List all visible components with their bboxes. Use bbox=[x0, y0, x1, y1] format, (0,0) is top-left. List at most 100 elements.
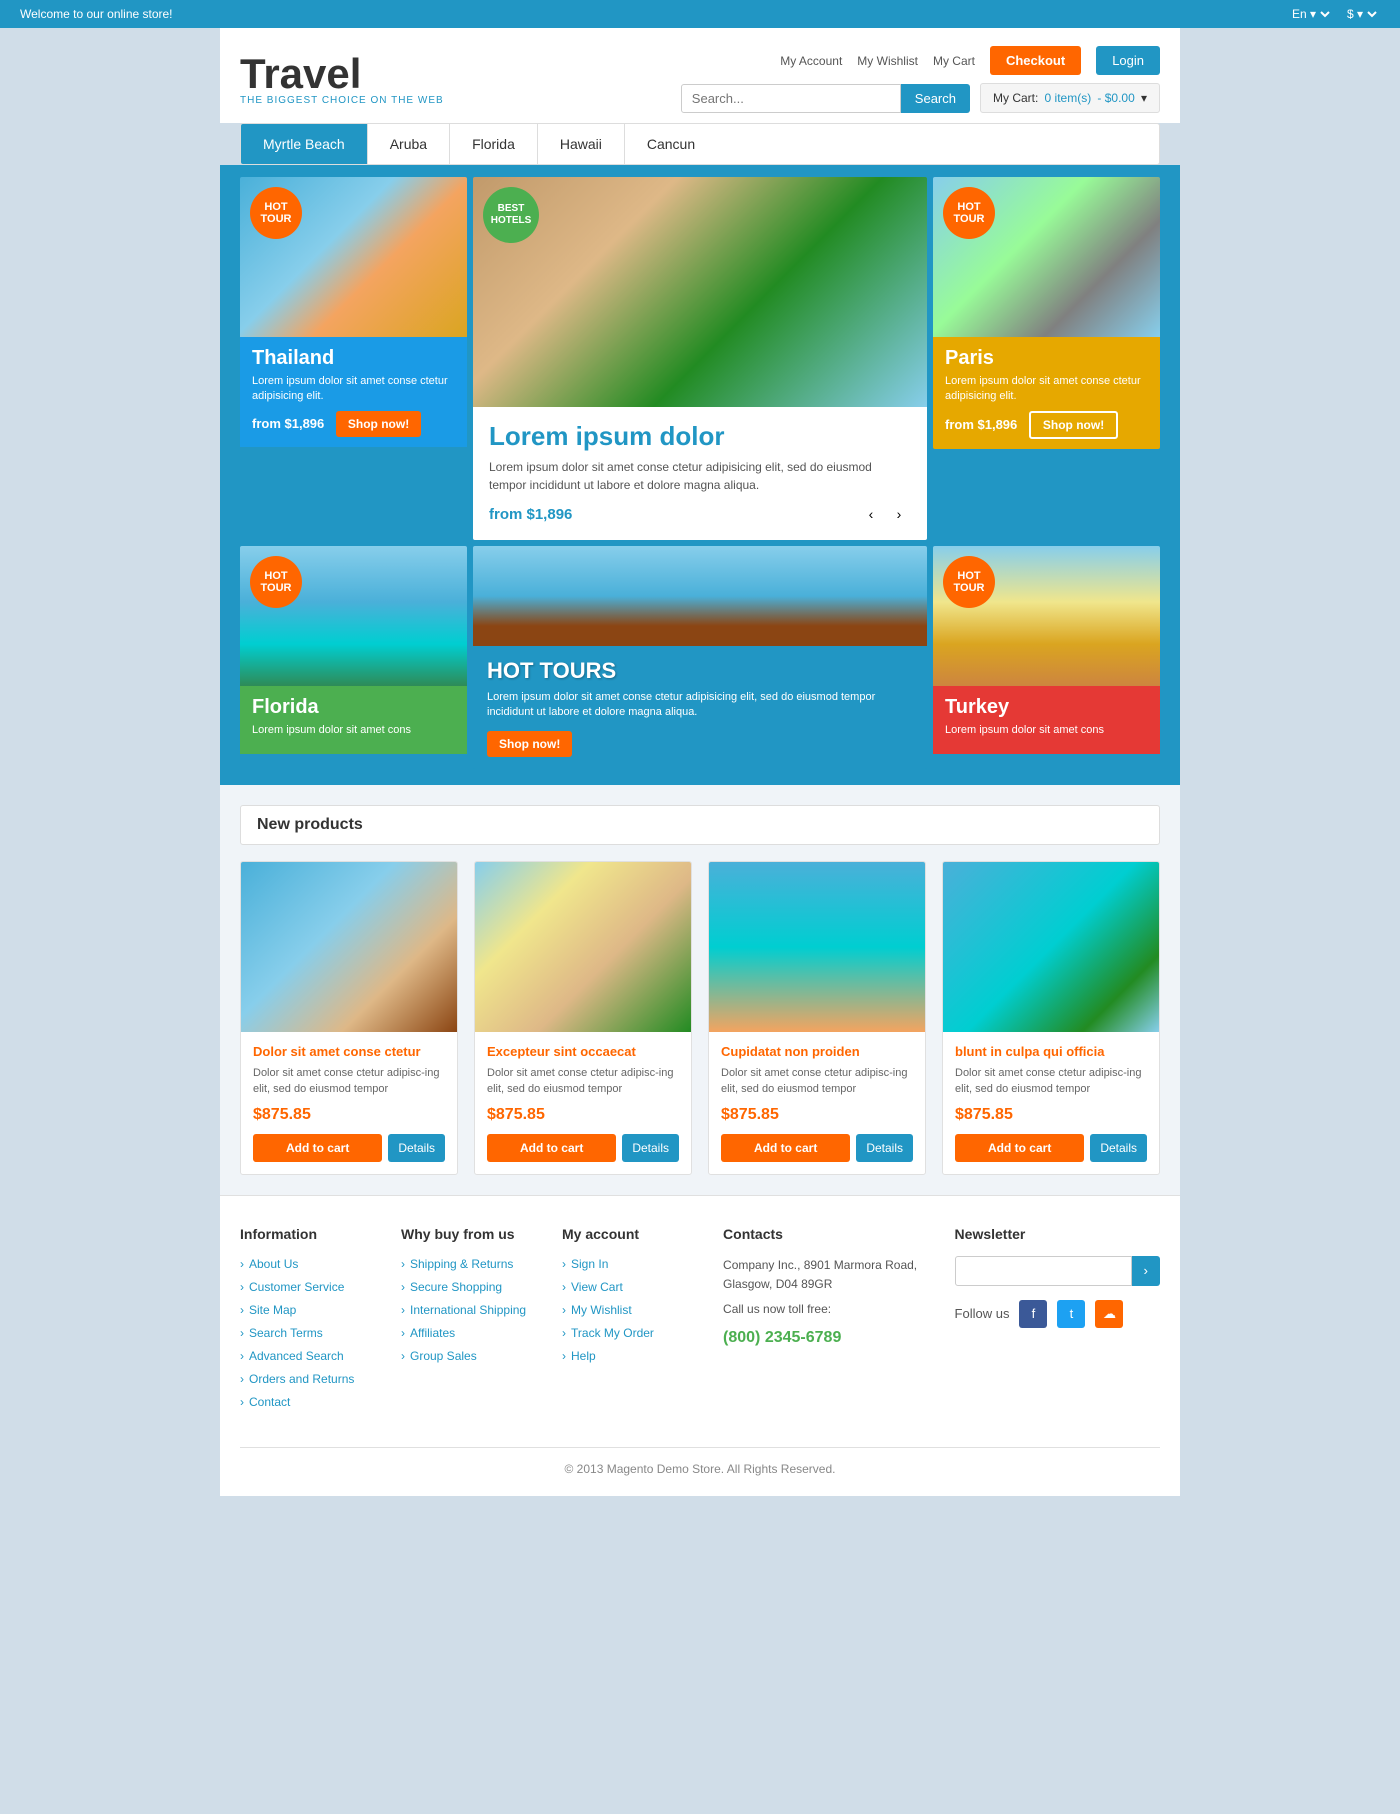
hot-tour-badge-paris: HOTTOUR bbox=[943, 187, 995, 239]
cart-chevron-icon: ▾ bbox=[1141, 91, 1147, 105]
product-card-4: blunt in culpa qui officia Dolor sit ame… bbox=[942, 861, 1160, 1175]
checkout-button[interactable]: Checkout bbox=[990, 46, 1081, 75]
search-input[interactable] bbox=[681, 84, 901, 113]
footer-link-sign-in[interactable]: Sign In bbox=[562, 1257, 608, 1271]
language-select[interactable]: En ▾ bbox=[1288, 6, 1333, 22]
logo-title: Travel bbox=[240, 53, 444, 95]
nav-tabs: Myrtle Beach Aruba Florida Hawaii Cancun bbox=[240, 123, 1160, 165]
search-box: Search bbox=[681, 84, 970, 113]
footer-link-contact[interactable]: Contact bbox=[240, 1395, 290, 1409]
product-actions-2: Add to cart Details bbox=[487, 1134, 679, 1162]
footer-why-buy-links: Shipping & Returns Secure Shopping Inter… bbox=[401, 1256, 542, 1363]
tab-florida[interactable]: Florida bbox=[450, 124, 538, 164]
paris-shop-btn[interactable]: Shop now! bbox=[1029, 411, 1118, 439]
search-button[interactable]: Search bbox=[901, 84, 970, 113]
product-price-3: $875.85 bbox=[721, 1106, 913, 1124]
footer-link-advanced-search[interactable]: Advanced Search bbox=[240, 1349, 344, 1363]
tab-hawaii[interactable]: Hawaii bbox=[538, 124, 625, 164]
product-actions-3: Add to cart Details bbox=[721, 1134, 913, 1162]
footer-link-my-wishlist[interactable]: My Wishlist bbox=[562, 1303, 632, 1317]
product-desc-2: Dolor sit amet conse ctetur adipisc-ing … bbox=[487, 1065, 679, 1098]
footer-link-site-map[interactable]: Site Map bbox=[240, 1303, 296, 1317]
banner-florida[interactable]: HOTTOUR Florida Lorem ipsum dolor sit am… bbox=[240, 546, 467, 769]
footer-my-account: My account Sign In View Cart My Wishlist… bbox=[562, 1226, 703, 1417]
thailand-desc: Lorem ipsum dolor sit amet conse ctetur … bbox=[252, 374, 455, 405]
footer-link-help[interactable]: Help bbox=[562, 1349, 596, 1363]
florida-desc: Lorem ipsum dolor sit amet cons bbox=[252, 723, 455, 738]
footer-address: Company Inc., 8901 Marmora Road, Glasgow… bbox=[723, 1256, 935, 1294]
footer-link-affiliates[interactable]: Affiliates bbox=[401, 1326, 455, 1340]
footer-link-track-order[interactable]: Track My Order bbox=[562, 1326, 654, 1340]
banner-center[interactable]: BESTHOTELS Lorem ipsum dolor Lorem ipsum… bbox=[473, 177, 927, 540]
footer-link-search-terms[interactable]: Search Terms bbox=[240, 1326, 323, 1340]
newsletter-input[interactable] bbox=[955, 1256, 1132, 1286]
product-image-1 bbox=[241, 862, 457, 1032]
product-card-3: Cupidatat non proiden Dolor sit amet con… bbox=[708, 861, 926, 1175]
search-cart-row: Search My Cart: 0 item(s) - $0.00 ▾ bbox=[681, 83, 1160, 113]
footer-link-view-cart[interactable]: View Cart bbox=[562, 1280, 623, 1294]
product-info-3: Cupidatat non proiden Dolor sit amet con… bbox=[709, 1032, 925, 1174]
add-to-cart-btn-3[interactable]: Add to cart bbox=[721, 1134, 850, 1162]
product-info-1: Dolor sit amet conse ctetur Dolor sit am… bbox=[241, 1032, 457, 1174]
newsletter-submit-btn[interactable]: › bbox=[1132, 1256, 1160, 1286]
banner-next-btn[interactable]: › bbox=[887, 502, 911, 526]
my-account-link[interactable]: My Account bbox=[780, 54, 842, 68]
facebook-icon[interactable]: f bbox=[1019, 1300, 1047, 1328]
banner-prev-btn[interactable]: ‹ bbox=[859, 502, 883, 526]
thailand-shop-btn[interactable]: Shop now! bbox=[336, 411, 421, 437]
hottours-shop-btn[interactable]: Shop now! bbox=[487, 731, 572, 757]
banners-section: HOTTOUR Thailand Lorem ipsum dolor sit a… bbox=[220, 165, 1180, 785]
details-btn-1[interactable]: Details bbox=[388, 1134, 445, 1162]
product-price-1: $875.85 bbox=[253, 1106, 445, 1124]
thailand-title: Thailand bbox=[252, 347, 455, 370]
banner-hottours[interactable]: HOT TOURS Lorem ipsum dolor sit amet con… bbox=[473, 546, 927, 769]
footer-link-orders[interactable]: Orders and Returns bbox=[240, 1372, 354, 1386]
product-name-4: blunt in culpa qui officia bbox=[955, 1044, 1147, 1059]
center-image bbox=[473, 177, 927, 407]
footer-link-customer-service[interactable]: Customer Service bbox=[240, 1280, 344, 1294]
footer-link-group-sales[interactable]: Group Sales bbox=[401, 1349, 477, 1363]
rss-icon[interactable]: ☁ bbox=[1095, 1300, 1123, 1328]
product-desc-4: Dolor sit amet conse ctetur adipisc-ing … bbox=[955, 1065, 1147, 1098]
new-products-header: New products bbox=[240, 805, 1160, 845]
add-to-cart-btn-4[interactable]: Add to cart bbox=[955, 1134, 1084, 1162]
turkey-title: Turkey bbox=[945, 696, 1148, 719]
my-wishlist-link[interactable]: My Wishlist bbox=[857, 54, 918, 68]
banner-thailand[interactable]: HOTTOUR Thailand Lorem ipsum dolor sit a… bbox=[240, 177, 467, 449]
my-cart-link[interactable]: My Cart bbox=[933, 54, 975, 68]
hottours-desc: Lorem ipsum dolor sit amet conse ctetur … bbox=[487, 690, 913, 721]
florida-title: Florida bbox=[252, 696, 455, 719]
hottours-info: HOT TOURS Lorem ipsum dolor sit amet con… bbox=[473, 646, 927, 769]
details-btn-3[interactable]: Details bbox=[856, 1134, 913, 1162]
banner-paris[interactable]: HOTTOUR Paris Lorem ipsum dolor sit amet… bbox=[933, 177, 1160, 449]
currency-select[interactable]: $ ▾ bbox=[1343, 6, 1380, 22]
tab-myrtle-beach[interactable]: Myrtle Beach bbox=[241, 124, 368, 164]
footer-newsletter-title: Newsletter bbox=[955, 1226, 1160, 1242]
add-to-cart-btn-2[interactable]: Add to cart bbox=[487, 1134, 616, 1162]
cart-dropdown[interactable]: My Cart: 0 item(s) - $0.00 ▾ bbox=[980, 83, 1160, 113]
tab-cancun[interactable]: Cancun bbox=[625, 124, 717, 164]
footer-link-about[interactable]: About Us bbox=[240, 1257, 298, 1271]
florida-info: Florida Lorem ipsum dolor sit amet cons bbox=[240, 686, 467, 754]
footer-information: Information About Us Customer Service Si… bbox=[240, 1226, 381, 1417]
twitter-icon[interactable]: t bbox=[1057, 1300, 1085, 1328]
details-btn-2[interactable]: Details bbox=[622, 1134, 679, 1162]
login-button[interactable]: Login bbox=[1096, 46, 1160, 75]
header-nav: My Account My Wishlist My Cart Checkout … bbox=[780, 46, 1160, 75]
product-info-2: Excepteur sint occaecat Dolor sit amet c… bbox=[475, 1032, 691, 1174]
add-to-cart-btn-1[interactable]: Add to cart bbox=[253, 1134, 382, 1162]
product-name-3: Cupidatat non proiden bbox=[721, 1044, 913, 1059]
details-btn-4[interactable]: Details bbox=[1090, 1134, 1147, 1162]
footer-link-secure-shopping[interactable]: Secure Shopping bbox=[401, 1280, 502, 1294]
main-wrapper: Travel THE BIGGEST CHOICE ON THE WEB My … bbox=[220, 28, 1180, 1496]
footer-link-intl-shipping[interactable]: International Shipping bbox=[401, 1303, 526, 1317]
welcome-message: Welcome to our online store! bbox=[20, 7, 173, 21]
center-title: Lorem ipsum dolor bbox=[489, 421, 911, 452]
paris-info: Paris Lorem ipsum dolor sit amet conse c… bbox=[933, 337, 1160, 449]
banner-turkey[interactable]: HOTTOUR Turkey Lorem ipsum dolor sit ame… bbox=[933, 546, 1160, 769]
turkey-info: Turkey Lorem ipsum dolor sit amet cons bbox=[933, 686, 1160, 754]
tab-aruba[interactable]: Aruba bbox=[368, 124, 450, 164]
paris-price: from $1,896 bbox=[945, 417, 1017, 432]
footer-link-shipping[interactable]: Shipping & Returns bbox=[401, 1257, 513, 1271]
hot-tour-badge-florida: HOTTOUR bbox=[250, 556, 302, 608]
